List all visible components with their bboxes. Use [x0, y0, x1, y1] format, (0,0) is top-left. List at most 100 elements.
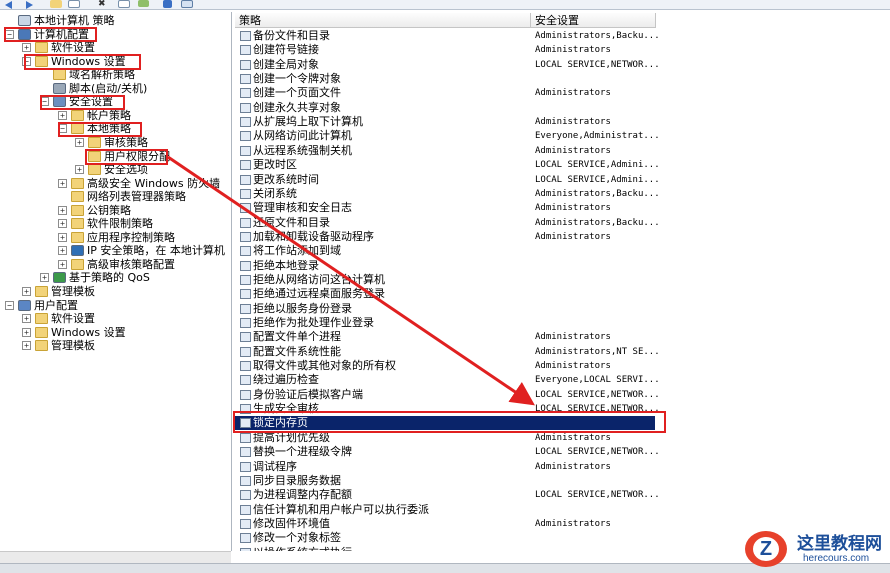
policy-row[interactable]: 提高计划优先级 Administrators: [235, 431, 665, 445]
policy-name: 信任计算机和用户帐户可以执行委派: [253, 502, 429, 516]
policy-row[interactable]: 创建全局对象 LOCAL SERVICE,NETWOR...: [235, 58, 665, 72]
back-arrow-icon[interactable]: [3, 0, 17, 9]
policy-row[interactable]: 为进程调整内存配额 LOCAL SERVICE,NETWOR...: [235, 488, 665, 502]
expand-icon[interactable]: +: [58, 205, 67, 215]
folder-icon: [71, 109, 84, 121]
expand-icon[interactable]: +: [58, 178, 67, 188]
policy-row[interactable]: 管理审核和安全日志 Administrators: [235, 201, 665, 215]
policy-setting: Administrators: [535, 145, 611, 156]
policy-name: 修改固件环境值: [253, 516, 330, 530]
policy-row[interactable]: 修改固件环境值 Administrators: [235, 517, 665, 531]
policy-row[interactable]: 创建一个页面文件 Administrators: [235, 86, 665, 100]
policy-row[interactable]: 绕过遍历检查 Everyone,LOCAL SERVI...: [235, 373, 665, 387]
expand-icon[interactable]: +: [22, 327, 31, 337]
expand-icon[interactable]: +: [58, 232, 67, 242]
policy-row[interactable]: 配置文件单个进程 Administrators: [235, 330, 665, 344]
show-tree-icon[interactable]: [68, 0, 80, 8]
policy-icon: [240, 203, 251, 214]
policy-setting: LOCAL SERVICE,NETWOR...: [535, 404, 660, 415]
policy-row[interactable]: 关闭系统 Administrators,Backu...: [235, 187, 665, 201]
policy-row[interactable]: 同步目录服务数据: [235, 474, 665, 488]
policy-row[interactable]: 取得文件或其他对象的所有权 Administrators: [235, 359, 665, 373]
collapse-icon[interactable]: −: [40, 97, 49, 107]
watermark: Z 这里教程网 herecours.com: [745, 527, 890, 572]
policy-row[interactable]: 更改系统时间 LOCAL SERVICE,Admini...: [235, 173, 665, 187]
policy-icon: [240, 547, 251, 551]
policy-row[interactable]: 更改时区 LOCAL SERVICE,Admini...: [235, 158, 665, 172]
policy-row[interactable]: 调试程序 Administrators: [235, 460, 665, 474]
forward-arrow-icon[interactable]: [22, 0, 36, 9]
policy-row[interactable]: 配置文件系统性能 Administrators,NT SE...: [235, 345, 665, 359]
expand-icon[interactable]: +: [75, 137, 84, 147]
tree-item-label: 脚本(启动/关机): [69, 81, 148, 95]
policy-row[interactable]: 替换一个进程级令牌 LOCAL SERVICE,NETWOR...: [235, 445, 665, 459]
expand-icon[interactable]: +: [22, 287, 31, 296]
tree-item-label: 计算机配置: [34, 27, 89, 41]
policy-row[interactable]: 身份验证后模拟客户端 LOCAL SERVICE,NETWOR...: [235, 388, 665, 402]
policy-name: 将工作站添加到域: [253, 244, 341, 258]
policy-name: 关闭系统: [253, 186, 297, 200]
policy-row[interactable]: 创建一个令牌对象: [235, 72, 665, 86]
delete-icon[interactable]: ✖: [98, 0, 112, 9]
expand-icon[interactable]: +: [75, 165, 84, 175]
policy-name: 身份验证后模拟客户端: [253, 387, 363, 401]
policy-row[interactable]: 拒绝从网络访问这台计算机: [235, 273, 665, 287]
policy-row[interactable]: 拒绝通过远程桌面服务登录: [235, 287, 665, 301]
tree-item-label: 用户配置: [34, 298, 78, 312]
policy-name: 加载和卸载设备驱动程序: [253, 229, 374, 243]
policy-row[interactable]: 加载和卸载设备驱动程序 Administrators: [235, 230, 665, 244]
console-icon[interactable]: [181, 0, 193, 8]
policy-row[interactable]: 从远程系统强制关机 Administrators: [235, 144, 665, 158]
tree-item-label: 用户权限分配: [104, 149, 170, 163]
policy-row[interactable]: 拒绝本地登录: [235, 259, 665, 273]
policy-icon: [240, 59, 251, 70]
policy-icon: [240, 404, 251, 415]
policy-name: 以操作系统方式执行: [253, 546, 352, 551]
policy-setting: LOCAL SERVICE,NETWOR...: [535, 490, 660, 501]
properties-icon[interactable]: [118, 0, 130, 8]
policy-row[interactable]: 从网络访问此计算机 Everyone,Administrat...: [235, 129, 665, 143]
expand-icon[interactable]: +: [58, 110, 67, 120]
policy-row[interactable]: 备份文件和目录 Administrators,Backu...: [235, 29, 665, 43]
collapse-icon[interactable]: −: [22, 56, 31, 66]
expand-icon[interactable]: +: [58, 259, 67, 269]
policy-row[interactable]: 生成安全审核 LOCAL SERVICE,NETWOR...: [235, 402, 665, 416]
policy-name: 更改系统时间: [253, 172, 319, 186]
help-icon[interactable]: [163, 0, 172, 8]
policy-name: 锁定内存页: [253, 416, 308, 430]
policy-name: 从扩展坞上取下计算机: [253, 115, 363, 129]
column-header-security-setting[interactable]: 安全设置: [531, 13, 656, 28]
expand-icon[interactable]: +: [22, 341, 31, 351]
folder-icon: [88, 136, 101, 148]
policy-row[interactable]: 信任计算机和用户帐户可以执行委派: [235, 503, 665, 517]
policy-name: 还原文件和目录: [253, 215, 330, 229]
export-list-icon[interactable]: [138, 0, 149, 7]
collapse-icon[interactable]: −: [5, 29, 14, 39]
folder-icon: [71, 218, 84, 230]
expand-icon[interactable]: +: [22, 43, 31, 53]
policy-name: 替换一个进程级令牌: [253, 445, 352, 459]
expand-icon[interactable]: +: [22, 314, 31, 324]
policy-row[interactable]: 拒绝以服务身份登录: [235, 302, 665, 316]
policy-row[interactable]: 拒绝作为批处理作业登录: [235, 316, 665, 330]
policy-setting: Administrators: [535, 117, 611, 128]
up-folder-icon[interactable]: [50, 0, 62, 8]
policy-name: 拒绝以服务身份登录: [253, 301, 352, 315]
policy-row[interactable]: 还原文件和目录 Administrators,Backu...: [235, 216, 665, 230]
collapse-icon[interactable]: −: [5, 300, 14, 310]
policy-row[interactable]: 修改一个对象标签: [235, 531, 665, 545]
expand-icon[interactable]: +: [58, 219, 67, 229]
collapse-icon[interactable]: −: [58, 124, 67, 134]
policy-row[interactable]: 锁定内存页: [235, 416, 655, 431]
policy-row[interactable]: 从扩展坞上取下计算机 Administrators: [235, 115, 665, 129]
policy-setting: Administrators,NT SE...: [535, 346, 660, 357]
policy-row[interactable]: 创建符号链接 Administrators: [235, 43, 665, 57]
expand-icon[interactable]: +: [40, 273, 49, 283]
column-header-policy[interactable]: 策略: [235, 13, 531, 28]
policy-row[interactable]: 创建永久共享对象: [235, 101, 665, 115]
policy-row[interactable]: 将工作站添加到域: [235, 244, 665, 258]
expand-icon[interactable]: +: [58, 246, 67, 256]
policy-row[interactable]: 以操作系统方式执行: [235, 546, 665, 551]
folder-icon: [53, 69, 66, 81]
policy-setting: LOCAL SERVICE,NETWOR...: [535, 389, 660, 400]
